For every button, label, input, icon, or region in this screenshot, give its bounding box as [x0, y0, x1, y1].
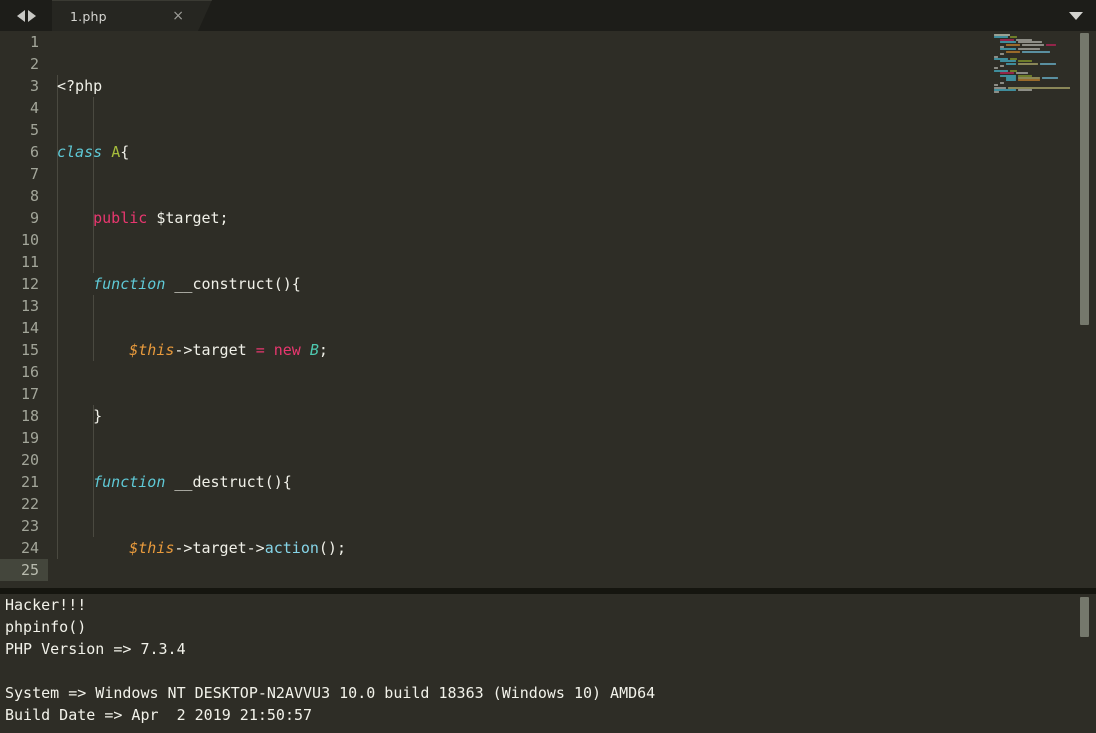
line-number-21[interactable]: 21 [0, 471, 48, 493]
line-number-18[interactable]: 18 [0, 405, 48, 427]
code-content[interactable]: <?php class A{ public $target; function … [48, 31, 1096, 588]
triangle-right-icon[interactable] [27, 9, 36, 22]
output-vertical-scrollbar[interactable] [1080, 594, 1093, 733]
line-number-9[interactable]: 9 [0, 207, 48, 229]
line-number-1[interactable]: 1 [0, 31, 48, 53]
output-line-1: Hacker!!! [5, 596, 87, 614]
line-number-13[interactable]: 13 [0, 295, 48, 317]
line-number-22[interactable]: 22 [0, 493, 48, 515]
code-line-4: function __construct(){ [93, 275, 301, 293]
line-number-7[interactable]: 7 [0, 163, 48, 185]
line-number-6[interactable]: 6 [0, 141, 48, 163]
code-line-2: class A{ [57, 143, 130, 161]
line-number-16[interactable]: 16 [0, 361, 48, 383]
line-number-4[interactable]: 4 [0, 97, 48, 119]
line-number-24[interactable]: 24 [0, 537, 48, 559]
line-number-15[interactable]: 15 [0, 339, 48, 361]
output-panel[interactable]: Hacker!!! phpinfo() PHP Version => 7.3.4 S… [0, 594, 1096, 733]
close-icon[interactable]: × [172, 9, 184, 23]
code-line-7: function __destruct(){ [93, 473, 292, 491]
output-content: Hacker!!! phpinfo() PHP Version => 7.3.4 S… [0, 594, 1096, 726]
line-number-20[interactable]: 20 [0, 449, 48, 471]
code-line-6: } [57, 407, 103, 425]
code-line-3: public $target; [93, 209, 229, 227]
line-number-25[interactable]: 25 [0, 559, 48, 581]
line-number-gutter: 1 2 3 4 5 6 7 8 9 10 11 12 13 14 15 16 17 18 19 20 21 22 23 24 2… [0, 31, 48, 588]
tab-navigation-arrows[interactable] [0, 0, 52, 31]
output-line-3: PHP Version => 7.3.4 [5, 640, 186, 658]
chevron-down-icon[interactable] [1069, 11, 1083, 20]
triangle-left-icon[interactable] [16, 9, 25, 22]
line-number-3[interactable]: 3 [0, 75, 48, 97]
code-editor[interactable]: 1 2 3 4 5 6 7 8 9 10 11 12 13 14 15 16 17 18 19 20 21 22 23 24 2… [0, 31, 1096, 588]
line-number-12[interactable]: 12 [0, 273, 48, 295]
editor-scrollbar-thumb[interactable] [1080, 33, 1089, 325]
line-number-23[interactable]: 23 [0, 515, 48, 537]
tab-label: 1.php [70, 8, 107, 24]
code-line-8: $this->target->action(); [129, 539, 346, 557]
code-minimap[interactable] [992, 34, 1070, 96]
line-number-11[interactable]: 11 [0, 251, 48, 273]
line-number-10[interactable]: 10 [0, 229, 48, 251]
code-line-5: $this->target = new B; [129, 341, 328, 359]
line-number-17[interactable]: 17 [0, 383, 48, 405]
line-number-14[interactable]: 14 [0, 317, 48, 339]
output-scrollbar-thumb[interactable] [1080, 597, 1089, 637]
tab-1php[interactable]: 1.php × [52, 0, 212, 31]
line-number-8[interactable]: 8 [0, 185, 48, 207]
editor-vertical-scrollbar[interactable] [1080, 31, 1093, 588]
line-number-19[interactable]: 19 [0, 427, 48, 449]
code-line-1: <?php [57, 77, 103, 95]
line-number-5[interactable]: 5 [0, 119, 48, 141]
tab-bar-spacer [212, 0, 1056, 31]
minimap-row-25 [992, 91, 1070, 94]
tab-bar: 1.php × [0, 0, 1096, 31]
output-line-4 [0, 660, 1096, 682]
line-number-2[interactable]: 2 [0, 53, 48, 75]
editor-window: 1.php × 1 2 3 4 5 6 7 8 9 10 11 12 13 14 15 16 17 18 19 20 2… [0, 0, 1096, 733]
tab-list-dropdown-button[interactable] [1056, 0, 1096, 31]
output-line-5: System => Windows NT DESKTOP-N2AVVU3 10.… [5, 684, 656, 702]
output-line-2: phpinfo() [5, 618, 87, 636]
minimap-segment [994, 91, 999, 94]
output-line-6: Build Date => Apr 2 2019 21:50:57 [5, 706, 313, 724]
